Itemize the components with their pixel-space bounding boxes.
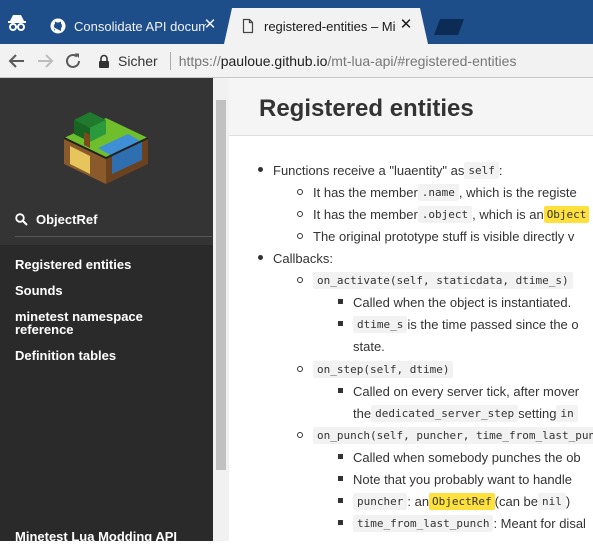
list-item: on_step(self, dtime): [313, 359, 454, 379]
bullet: [297, 233, 303, 239]
page-header: Registered entities: [229, 78, 593, 136]
tab-registered-entities[interactable]: registered-entities – Min ✕: [224, 8, 428, 44]
new-tab-button[interactable]: [434, 19, 464, 35]
list-item: Called when the object is instantiated.: [353, 294, 572, 310]
page-content: Functions receive a "luaentity" as self:…: [229, 137, 593, 541]
bullet: [258, 167, 263, 172]
back-arrow-icon[interactable]: [6, 50, 28, 72]
list-item: on_punch(self, puncher, time_from_last_p…: [313, 425, 593, 445]
tab-consolidate-api[interactable]: Consolidate API docume ✕: [34, 8, 232, 44]
close-tab-icon[interactable]: ✕: [202, 17, 218, 33]
list-item: It has the member .name, which is the re…: [313, 183, 577, 201]
secure-label: Sicher: [118, 53, 158, 69]
forward-arrow-icon[interactable]: [34, 50, 56, 72]
objectref-link[interactable]: ObjectRef: [429, 492, 495, 510]
url-host: pauloue.github.io: [220, 53, 328, 69]
list-item: Note that you probably want to handle: [353, 471, 572, 487]
lock-icon: [99, 54, 109, 68]
list-item: time_from_last_punch: Meant for disal: [353, 513, 586, 533]
sidebar-item-definition-tables[interactable]: Definition tables: [15, 349, 205, 362]
minetest-logo-icon: [63, 112, 149, 184]
list-item: It has the member .object, which is an O…: [313, 204, 590, 224]
tab-strip: Consolidate API docume ✕ registered-enti…: [0, 0, 593, 44]
list-item: The original prototype stuff is visible …: [313, 228, 575, 244]
list-item: dtime_s is the time passed since the o: [353, 314, 579, 334]
bullet: [338, 498, 343, 503]
search-icon: [15, 213, 28, 226]
url-scheme: https://: [178, 53, 221, 69]
address-bar[interactable]: Sicher https://pauloue.github.io/mt-lua-…: [94, 47, 593, 75]
list-item: Callbacks:: [273, 250, 333, 266]
list-item-continuation: the dedicated_server_step setting in: [353, 403, 578, 423]
objectref-link[interactable]: Object: [543, 205, 590, 223]
sidebar-footer-link[interactable]: Minetest Lua Modding API: [15, 529, 177, 544]
sidebar-item-registered-entities[interactable]: Registered entities: [15, 258, 205, 271]
bullet: [297, 277, 303, 283]
search-underline: [15, 236, 212, 237]
document-icon: [240, 18, 256, 34]
sidebar-nav: Registered entities Sounds minetest name…: [15, 258, 205, 375]
reload-icon[interactable]: [62, 50, 84, 72]
sidebar-item-sounds[interactable]: Sounds: [15, 284, 205, 297]
close-tab-icon[interactable]: ✕: [398, 17, 414, 33]
address-toolbar: Sicher https://pauloue.github.io/mt-lua-…: [0, 44, 593, 78]
url-path: /mt-lua-api/#registered-entities: [327, 53, 517, 69]
list-item: Called on every server tick, after mover: [353, 383, 580, 399]
list-item-continuation: state.: [353, 338, 385, 354]
page-title: Registered entities: [259, 95, 474, 122]
bullet: [338, 454, 343, 459]
list-item: Called when somebody punches the ob: [353, 449, 581, 465]
bullet: [297, 189, 303, 195]
bullet: [297, 366, 303, 372]
search-query: ObjectRef: [36, 212, 98, 227]
list-item: on_activate(self, staticdata, dtime_s): [313, 270, 573, 290]
sidebar: ObjectRef Registered entities Sounds min…: [0, 78, 213, 544]
list-item: Functions receive a "luaentity" as self:: [273, 161, 503, 179]
url-separator: [169, 52, 171, 70]
bullet: [338, 321, 343, 326]
sidebar-item-minetest-namespace[interactable]: minetest namespace reference: [15, 310, 155, 336]
tab-title: registered-entities – Min: [264, 18, 396, 34]
url-text: https://pauloue.github.io/mt-lua-api/#re…: [179, 53, 517, 69]
tab-title: Consolidate API docume: [74, 18, 206, 34]
incognito-icon: [8, 15, 26, 31]
github-icon: [50, 18, 66, 34]
bullet: [338, 388, 343, 393]
bullet: [258, 255, 263, 260]
search-box[interactable]: ObjectRef: [15, 212, 97, 227]
bullet: [338, 476, 343, 481]
bullet: [297, 432, 303, 438]
scrollbar-thumb[interactable]: [216, 100, 226, 470]
bullet: [338, 520, 343, 525]
list-item: puncher: an ObjectRef (can be nil): [353, 491, 570, 511]
bullet: [338, 299, 343, 304]
bullet: [297, 211, 303, 217]
